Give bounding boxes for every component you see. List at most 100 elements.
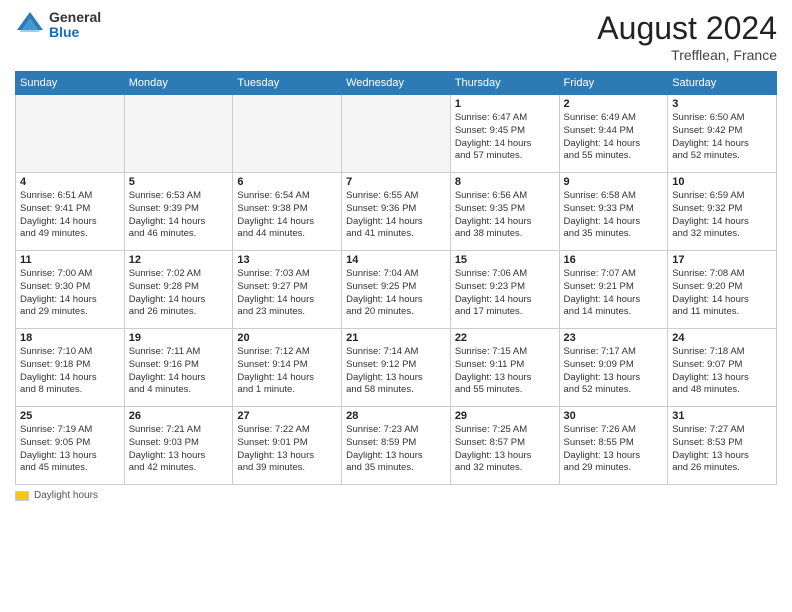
day-info: Sunrise: 7:14 AM Sunset: 9:12 PM Dayligh… bbox=[346, 346, 446, 397]
calendar-cell: 20 Sunrise: 7:12 AM Sunset: 9:14 PM Dayli… bbox=[233, 329, 342, 407]
calendar-cell: 8 Sunrise: 6:56 AM Sunset: 9:35 PM Daylig… bbox=[450, 173, 559, 251]
calendar-cell: 22 Sunrise: 7:15 AM Sunset: 9:11 PM Dayli… bbox=[450, 329, 559, 407]
calendar-cell: 27 Sunrise: 7:22 AM Sunset: 9:01 PM Dayli… bbox=[233, 407, 342, 485]
calendar-cell: 10 Sunrise: 6:59 AM Sunset: 9:32 PM Dayli… bbox=[668, 173, 777, 251]
day-info: Sunrise: 7:18 AM Sunset: 9:07 PM Dayligh… bbox=[672, 346, 772, 397]
day-info: Sunrise: 6:55 AM Sunset: 9:36 PM Dayligh… bbox=[346, 190, 446, 241]
day-info: Sunrise: 7:03 AM Sunset: 9:27 PM Dayligh… bbox=[237, 268, 337, 319]
calendar-cell: 23Sunrise: 7:17 AM Sunset: 9:09 PM Dayli… bbox=[559, 329, 668, 407]
logo-blue: Blue bbox=[49, 25, 101, 40]
day-info: Sunrise: 7:23 AM Sunset: 8:59 PM Dayligh… bbox=[346, 424, 446, 475]
day-info: Sunrise: 7:02 AM Sunset: 9:28 PM Dayligh… bbox=[129, 268, 229, 319]
day-number: 18 bbox=[20, 332, 120, 344]
logo-icon bbox=[15, 10, 45, 40]
calendar-cell: 2Sunrise: 6:49 AM Sunset: 9:44 PM Daylig… bbox=[559, 95, 668, 173]
day-number: 6 bbox=[237, 176, 337, 188]
calendar-week-5: 25 Sunrise: 7:19 AM Sunset: 9:05 PM Dayli… bbox=[16, 407, 777, 485]
month-year: August 2024 bbox=[597, 10, 777, 47]
title-block: August 2024 Trefflean, France bbox=[597, 10, 777, 63]
day-info: Sunrise: 6:58 AM Sunset: 9:33 PM Dayligh… bbox=[564, 190, 664, 241]
logo-general: General bbox=[49, 10, 101, 25]
day-number: 20 bbox=[237, 332, 337, 344]
day-number: 23 bbox=[564, 332, 664, 344]
day-number: 8 bbox=[455, 176, 555, 188]
logo: General Blue bbox=[15, 10, 101, 41]
calendar-header-row: SundayMondayTuesdayWednesdayThursdayFrid… bbox=[16, 72, 777, 95]
calendar-cell: 14Sunrise: 7:04 AM Sunset: 9:25 PM Dayli… bbox=[342, 251, 451, 329]
calendar-header-thursday: Thursday bbox=[450, 72, 559, 95]
calendar-cell: 1 Sunrise: 6:47 AM Sunset: 9:45 PM Daylig… bbox=[450, 95, 559, 173]
day-number: 2 bbox=[564, 98, 664, 110]
calendar-cell: 6Sunrise: 6:54 AM Sunset: 9:38 PM Daylig… bbox=[233, 173, 342, 251]
day-info: Sunrise: 6:51 AM Sunset: 9:41 PM Dayligh… bbox=[20, 190, 120, 241]
day-info: Sunrise: 7:10 AM Sunset: 9:18 PM Dayligh… bbox=[20, 346, 120, 397]
day-info: Sunrise: 7:00 AM Sunset: 9:30 PM Dayligh… bbox=[20, 268, 120, 319]
calendar: SundayMondayTuesdayWednesdayThursdayFrid… bbox=[15, 71, 777, 485]
calendar-cell: 9 Sunrise: 6:58 AM Sunset: 9:33 PM Daylig… bbox=[559, 173, 668, 251]
day-number: 10 bbox=[672, 176, 772, 188]
location: Trefflean, France bbox=[597, 47, 777, 63]
calendar-week-1: 1 Sunrise: 6:47 AM Sunset: 9:45 PM Daylig… bbox=[16, 95, 777, 173]
day-info: Sunrise: 7:19 AM Sunset: 9:05 PM Dayligh… bbox=[20, 424, 120, 475]
calendar-header-wednesday: Wednesday bbox=[342, 72, 451, 95]
day-info: Sunrise: 6:56 AM Sunset: 9:35 PM Dayligh… bbox=[455, 190, 555, 241]
day-info: Sunrise: 7:12 AM Sunset: 9:14 PM Dayligh… bbox=[237, 346, 337, 397]
legend-color-box bbox=[15, 491, 29, 501]
calendar-cell: 26 Sunrise: 7:21 AM Sunset: 9:03 PM Dayli… bbox=[124, 407, 233, 485]
footer: Daylight hours bbox=[15, 490, 777, 501]
calendar-cell: 15 Sunrise: 7:06 AM Sunset: 9:23 PM Dayli… bbox=[450, 251, 559, 329]
calendar-cell: 25 Sunrise: 7:19 AM Sunset: 9:05 PM Dayli… bbox=[16, 407, 125, 485]
day-info: Sunrise: 7:22 AM Sunset: 9:01 PM Dayligh… bbox=[237, 424, 337, 475]
calendar-cell: 4Sunrise: 6:51 AM Sunset: 9:41 PM Daylig… bbox=[16, 173, 125, 251]
calendar-cell bbox=[16, 95, 125, 173]
calendar-cell: 21Sunrise: 7:14 AM Sunset: 9:12 PM Dayli… bbox=[342, 329, 451, 407]
day-number: 14 bbox=[346, 254, 446, 266]
day-info: Sunrise: 6:47 AM Sunset: 9:45 PM Dayligh… bbox=[455, 112, 555, 163]
day-number: 7 bbox=[346, 176, 446, 188]
day-number: 3 bbox=[672, 98, 772, 110]
day-number: 26 bbox=[129, 410, 229, 422]
calendar-cell: 12 Sunrise: 7:02 AM Sunset: 9:28 PM Dayli… bbox=[124, 251, 233, 329]
calendar-week-2: 4Sunrise: 6:51 AM Sunset: 9:41 PM Daylig… bbox=[16, 173, 777, 251]
calendar-header-sunday: Sunday bbox=[16, 72, 125, 95]
day-number: 25 bbox=[20, 410, 120, 422]
calendar-cell: 11Sunrise: 7:00 AM Sunset: 9:30 PM Dayli… bbox=[16, 251, 125, 329]
calendar-cell: 3 Sunrise: 6:50 AM Sunset: 9:42 PM Daylig… bbox=[668, 95, 777, 173]
day-number: 22 bbox=[455, 332, 555, 344]
day-number: 28 bbox=[346, 410, 446, 422]
day-number: 27 bbox=[237, 410, 337, 422]
calendar-cell: 16Sunrise: 7:07 AM Sunset: 9:21 PM Dayli… bbox=[559, 251, 668, 329]
header: General Blue August 2024 Trefflean, Fran… bbox=[15, 10, 777, 63]
legend-label: Daylight hours bbox=[34, 490, 98, 501]
logo-text: General Blue bbox=[49, 10, 101, 41]
day-number: 16 bbox=[564, 254, 664, 266]
calendar-header-monday: Monday bbox=[124, 72, 233, 95]
day-info: Sunrise: 6:59 AM Sunset: 9:32 PM Dayligh… bbox=[672, 190, 772, 241]
day-number: 31 bbox=[672, 410, 772, 422]
calendar-cell bbox=[342, 95, 451, 173]
calendar-cell bbox=[233, 95, 342, 173]
day-number: 1 bbox=[455, 98, 555, 110]
calendar-cell: 31 Sunrise: 7:27 AM Sunset: 8:53 PM Dayli… bbox=[668, 407, 777, 485]
day-number: 9 bbox=[564, 176, 664, 188]
day-number: 17 bbox=[672, 254, 772, 266]
calendar-cell: 19Sunrise: 7:11 AM Sunset: 9:16 PM Dayli… bbox=[124, 329, 233, 407]
day-number: 12 bbox=[129, 254, 229, 266]
calendar-cell: 13 Sunrise: 7:03 AM Sunset: 9:27 PM Dayli… bbox=[233, 251, 342, 329]
day-info: Sunrise: 7:25 AM Sunset: 8:57 PM Dayligh… bbox=[455, 424, 555, 475]
calendar-cell: 7 Sunrise: 6:55 AM Sunset: 9:36 PM Daylig… bbox=[342, 173, 451, 251]
day-info: Sunrise: 6:50 AM Sunset: 9:42 PM Dayligh… bbox=[672, 112, 772, 163]
day-info: Sunrise: 7:06 AM Sunset: 9:23 PM Dayligh… bbox=[455, 268, 555, 319]
day-info: Sunrise: 7:21 AM Sunset: 9:03 PM Dayligh… bbox=[129, 424, 229, 475]
day-number: 29 bbox=[455, 410, 555, 422]
calendar-cell: 30Sunrise: 7:26 AM Sunset: 8:55 PM Dayli… bbox=[559, 407, 668, 485]
day-number: 15 bbox=[455, 254, 555, 266]
day-info: Sunrise: 7:27 AM Sunset: 8:53 PM Dayligh… bbox=[672, 424, 772, 475]
day-info: Sunrise: 6:53 AM Sunset: 9:39 PM Dayligh… bbox=[129, 190, 229, 241]
day-number: 13 bbox=[237, 254, 337, 266]
calendar-cell: 29 Sunrise: 7:25 AM Sunset: 8:57 PM Dayli… bbox=[450, 407, 559, 485]
calendar-cell: 28 Sunrise: 7:23 AM Sunset: 8:59 PM Dayli… bbox=[342, 407, 451, 485]
day-info: Sunrise: 7:15 AM Sunset: 9:11 PM Dayligh… bbox=[455, 346, 555, 397]
calendar-header-friday: Friday bbox=[559, 72, 668, 95]
day-number: 24 bbox=[672, 332, 772, 344]
